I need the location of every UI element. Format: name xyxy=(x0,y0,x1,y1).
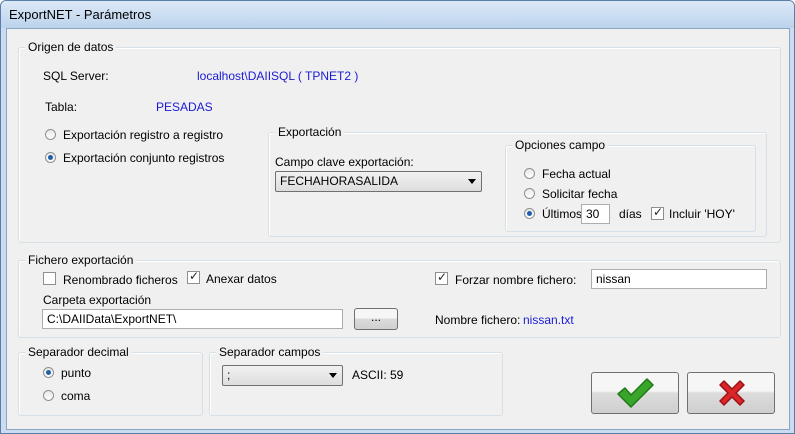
dialog-body: Origen de datos SQL Server: localhost\DA… xyxy=(6,28,790,430)
opciones-campo-group: Opciones campo Fecha actual Solicitar fe… xyxy=(505,138,756,232)
window-title: ExportNET - Parámetros xyxy=(9,7,152,22)
radio-ultimos[interactable] xyxy=(524,208,535,219)
anexar-checkbox[interactable] xyxy=(187,269,200,284)
separador-decimal-group: Separador decimal punto coma xyxy=(18,345,203,416)
radio-solicitar-fecha[interactable] xyxy=(524,188,535,199)
incluir-hoy-checkbox[interactable] xyxy=(651,205,664,220)
forzar-nombre-label: Forzar nombre fichero: xyxy=(455,273,577,287)
chevron-down-icon xyxy=(329,373,337,378)
chevron-down-icon xyxy=(468,179,476,184)
sql-server-value: localhost\DAIISQL ( TPNET2 ) xyxy=(197,69,359,83)
renombrado-label: Renombrado ficheros xyxy=(63,273,178,287)
forzar-nombre-input[interactable]: nissan xyxy=(591,269,767,289)
forzar-nombre-checkbox[interactable] xyxy=(435,270,448,285)
separador-campos-value: ; xyxy=(227,368,231,382)
sql-server-label: SQL Server: xyxy=(43,69,109,83)
checkmark-icon xyxy=(617,378,654,408)
origen-datos-legend: Origen de datos xyxy=(25,40,117,54)
renombrado-checkbox[interactable] xyxy=(43,272,56,285)
app-window: ExportNET - Parámetros Origen de datos S… xyxy=(0,0,795,434)
radio-coma[interactable] xyxy=(43,390,54,401)
coma-label: coma xyxy=(61,389,91,403)
separador-decimal-legend: Separador decimal xyxy=(25,345,132,359)
origen-datos-group: Origen de datos SQL Server: localhost\DA… xyxy=(18,40,781,243)
tabla-label: Tabla: xyxy=(45,100,78,114)
carpeta-input[interactable]: C:\DAIIData\ExportNET\ xyxy=(42,309,343,329)
separador-campos-group: Separador campos ; ASCII: 59 xyxy=(209,345,503,416)
tabla-value: PESADAS xyxy=(156,100,213,114)
ok-button[interactable] xyxy=(591,372,679,414)
dias-input[interactable]: 30 xyxy=(581,204,610,224)
separador-campos-legend: Separador campos xyxy=(216,345,324,359)
fichero-exportacion-legend: Fichero exportación xyxy=(25,253,137,267)
exportacion-legend: Exportación xyxy=(275,125,345,139)
fecha-actual-label: Fecha actual xyxy=(542,167,611,181)
campo-clave-select[interactable]: FECHAHORASALIDA xyxy=(275,171,482,192)
campo-clave-label: Campo clave exportación: xyxy=(275,155,414,169)
radio-registro-label: Exportación registro a registro xyxy=(63,128,224,142)
punto-label: punto xyxy=(61,366,92,380)
title-bar[interactable]: ExportNET - Parámetros xyxy=(1,1,794,28)
anexar-label: Anexar datos xyxy=(206,272,277,286)
fichero-exportacion-group: Fichero exportación Renombrado ficheros … xyxy=(18,253,781,338)
dias-label: días xyxy=(619,207,642,221)
ultimos-label: Últimos xyxy=(542,207,583,221)
radio-punto[interactable] xyxy=(43,367,54,378)
radio-conjunto[interactable] xyxy=(45,152,56,163)
cancel-button[interactable] xyxy=(687,372,775,414)
nombre-fichero-label: Nombre fichero: xyxy=(435,313,521,327)
radio-registro[interactable] xyxy=(45,129,56,140)
separador-campos-select[interactable]: ; xyxy=(222,365,343,386)
campo-clave-value: FECHAHORASALIDA xyxy=(280,174,399,188)
nombre-fichero-value: nissan.txt xyxy=(523,313,574,327)
radio-fecha-actual[interactable] xyxy=(524,168,535,179)
close-icon xyxy=(719,380,745,406)
radio-conjunto-label: Exportación conjunto registros xyxy=(63,151,225,165)
exportacion-group: Exportación Campo clave exportación: FEC… xyxy=(268,125,767,237)
incluir-hoy-label: Incluir 'HOY' xyxy=(669,207,735,221)
solicitar-fecha-label: Solicitar fecha xyxy=(542,187,618,201)
browse-button[interactable]: ... xyxy=(354,308,398,330)
carpeta-label: Carpeta exportación xyxy=(43,293,152,307)
opciones-campo-legend: Opciones campo xyxy=(512,138,609,152)
ascii-label: ASCII: 59 xyxy=(352,368,404,382)
